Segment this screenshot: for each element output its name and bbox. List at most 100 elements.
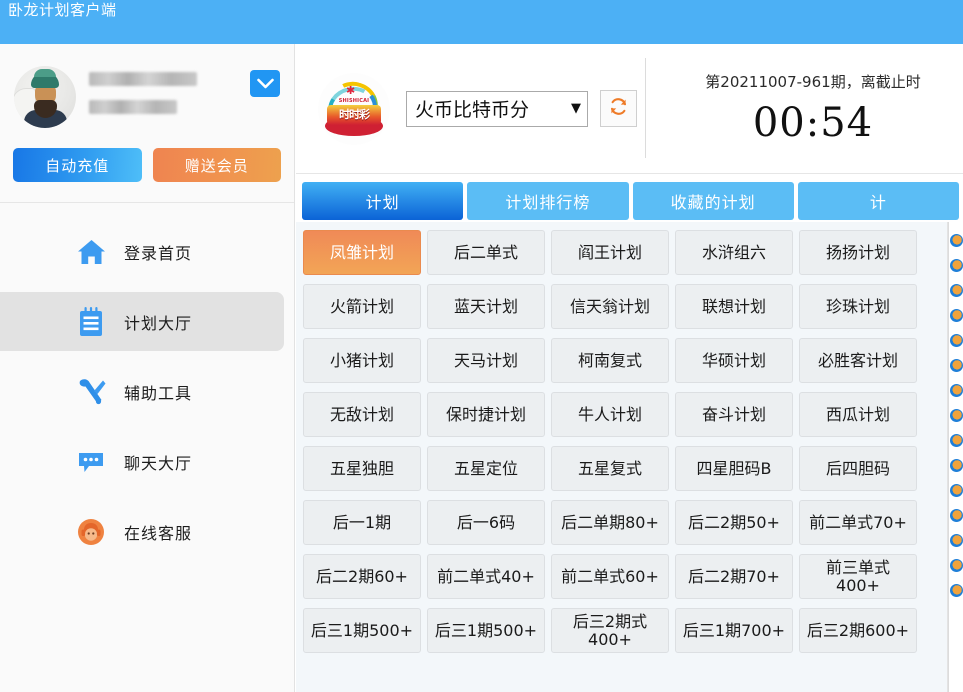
plan-button[interactable]: 后三2期式 400+ xyxy=(551,608,669,653)
plan-button[interactable]: 后三1期500+ xyxy=(303,608,421,653)
favorite-icon[interactable] xyxy=(950,434,963,447)
plan-button[interactable]: 华硕计划 xyxy=(675,338,793,383)
lottery-type-select[interactable]: 火币比特币分 ▼ xyxy=(406,90,588,127)
plan-button[interactable]: 后二2期50+ xyxy=(675,500,793,545)
tools-icon xyxy=(74,375,108,409)
lottery-type-value: 火币比特币分 xyxy=(415,99,530,121)
sidebar-item-chat-hall[interactable]: 聊天大厅 xyxy=(0,432,284,491)
plan-button[interactable]: 西瓜计划 xyxy=(799,392,917,437)
tab-bar: 计划 计划排行榜 收藏的计划 计 xyxy=(296,174,963,222)
plan-button[interactable]: 后四胆码 xyxy=(799,446,917,491)
plan-button[interactable]: 后二单期80+ xyxy=(551,500,669,545)
sidebar-nav: 登录首页 计划大厅 辅助工具 聊天大厅 在线客服 xyxy=(0,203,294,561)
sidebar-item-plan-hall[interactable]: 计划大厅 xyxy=(0,292,284,351)
plan-button[interactable]: 五星独胆 xyxy=(303,446,421,491)
plan-button[interactable]: 蓝天计划 xyxy=(427,284,545,329)
favorite-icon[interactable] xyxy=(950,334,963,347)
plan-button[interactable]: 后二单式 xyxy=(427,230,545,275)
sidebar-item-tools[interactable]: 辅助工具 xyxy=(0,362,284,421)
plan-button[interactable]: 前二单式40+ xyxy=(427,554,545,599)
favorite-icon[interactable] xyxy=(950,234,963,247)
favorite-icon[interactable] xyxy=(950,309,963,322)
favorite-icon[interactable] xyxy=(950,409,963,422)
plan-button[interactable]: 前二单式70+ xyxy=(799,500,917,545)
plan-button[interactable]: 后二2期70+ xyxy=(675,554,793,599)
plan-button[interactable]: 后一1期 xyxy=(303,500,421,545)
plan-button[interactable]: 后三1期700+ xyxy=(675,608,793,653)
plan-button[interactable]: 珍珠计划 xyxy=(799,284,917,329)
favorite-icon[interactable] xyxy=(950,534,963,547)
lottery-header: ✱ SHISHICAI 时时彩 火币比特币分 ▼ 第20211007-961期，… xyxy=(296,44,963,174)
logo-star-icon: ✱ xyxy=(346,83,356,97)
plan-button[interactable]: 必胜客计划 xyxy=(799,338,917,383)
plan-button[interactable]: 后三2期600+ xyxy=(799,608,917,653)
favorite-icon[interactable] xyxy=(950,384,963,397)
plan-button[interactable]: 后三1期500+ xyxy=(427,608,545,653)
plan-button[interactable]: 信天翁计划 xyxy=(551,284,669,329)
window-titlebar: 卧龙计划客户端 xyxy=(0,0,963,44)
lottery-logo: ✱ SHISHICAI 时时彩 xyxy=(318,72,390,145)
panel-divider xyxy=(948,222,949,692)
favorite-icon[interactable] xyxy=(950,509,963,522)
membership-expiry-label: ■■■■■■■■ xyxy=(89,100,177,114)
chevron-down-icon: ▼ xyxy=(571,101,581,116)
logo-pinyin: SHISHICAI xyxy=(338,97,370,104)
tab-favorite-plans[interactable]: 收藏的计划 xyxy=(632,182,794,220)
avatar xyxy=(14,66,76,128)
chevron-down-icon xyxy=(256,78,274,89)
refresh-icon xyxy=(608,96,629,121)
plan-button[interactable]: 水浒组六 xyxy=(675,230,793,275)
user-profile: ■■■■■■■■■■ ■■■■■■■■ xyxy=(0,44,294,144)
favorite-icon[interactable] xyxy=(950,484,963,497)
favorites-strip xyxy=(947,222,963,692)
plan-button[interactable]: 五星复式 xyxy=(551,446,669,491)
countdown-timer: 00:54 xyxy=(752,100,874,146)
plan-button[interactable]: 后一6码 xyxy=(427,500,545,545)
plan-button[interactable]: 凤雏计划 xyxy=(303,230,421,275)
plan-button[interactable]: 小猪计划 xyxy=(303,338,421,383)
sidebar-item-label: 聊天大厅 xyxy=(124,453,193,473)
plan-button[interactable]: 前三单式 400+ xyxy=(799,554,917,599)
sidebar-item-online-support[interactable]: 在线客服 xyxy=(0,502,284,561)
plan-button[interactable]: 奋斗计划 xyxy=(675,392,793,437)
tab-plan-ranking[interactable]: 计划排行榜 xyxy=(467,182,629,220)
window-title: 卧龙计划客户端 xyxy=(8,1,117,19)
plan-button[interactable]: 柯南复式 xyxy=(551,338,669,383)
sidebar-item-label: 登录首页 xyxy=(124,243,193,263)
plan-button[interactable]: 前二单式60+ xyxy=(551,554,669,599)
tab-overflow[interactable]: 计 xyxy=(797,182,959,220)
gift-membership-button[interactable]: 赠送会员 xyxy=(152,148,281,182)
clipboard-icon xyxy=(74,305,108,339)
sidebar-item-label: 计划大厅 xyxy=(124,313,193,333)
tab-plans[interactable]: 计划 xyxy=(302,182,464,220)
favorite-icon[interactable] xyxy=(950,559,963,572)
headset-support-icon xyxy=(74,515,108,549)
favorite-icon[interactable] xyxy=(950,284,963,297)
plan-button[interactable]: 扬扬计划 xyxy=(799,230,917,275)
favorite-icon[interactable] xyxy=(950,459,963,472)
plan-button[interactable]: 联想计划 xyxy=(675,284,793,329)
plan-button[interactable]: 阎王计划 xyxy=(551,230,669,275)
plan-button[interactable]: 保时捷计划 xyxy=(427,392,545,437)
sidebar-item-login-home[interactable]: 登录首页 xyxy=(0,222,284,281)
refresh-button[interactable] xyxy=(600,90,637,127)
plan-button[interactable]: 四星胆码B xyxy=(675,446,793,491)
plan-button[interactable]: 牛人计划 xyxy=(551,392,669,437)
plan-button[interactable]: 天马计划 xyxy=(427,338,545,383)
account-expand-button[interactable] xyxy=(250,70,280,97)
favorite-icon[interactable] xyxy=(950,259,963,272)
favorite-icon[interactable] xyxy=(950,584,963,597)
plan-button[interactable]: 火箭计划 xyxy=(303,284,421,329)
auto-recharge-button[interactable]: 自动充值 xyxy=(13,148,142,182)
favorite-icon[interactable] xyxy=(950,359,963,372)
plan-button[interactable]: 后二2期60+ xyxy=(303,554,421,599)
sidebar-item-label: 辅助工具 xyxy=(124,383,193,403)
sidebar: ■■■■■■■■■■ ■■■■■■■■ 自动充值 赠送会员 登录首页 xyxy=(0,44,295,692)
main-content: ✱ SHISHICAI 时时彩 火币比特币分 ▼ 第20211007-961期，… xyxy=(296,44,963,692)
chat-bubble-icon xyxy=(74,445,108,479)
plan-button[interactable]: 无敌计划 xyxy=(303,392,421,437)
account-action-buttons: 自动充值 赠送会员 xyxy=(0,144,294,182)
home-icon xyxy=(74,235,108,269)
header-divider xyxy=(645,58,646,158)
plan-button[interactable]: 五星定位 xyxy=(427,446,545,491)
